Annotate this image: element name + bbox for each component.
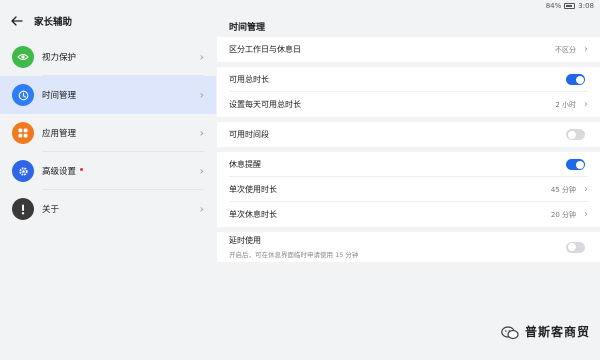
sidebar-menu: 视力保护 › 时间管理 › 应用管理 › 高级设置 › 关于 › [0,38,216,228]
extend-toggle[interactable] [566,241,585,253]
watermark: 普斯客商贸 [501,323,590,340]
settings-sidebar: 家长辅助 视力保护 › 时间管理 › 应用管理 › 高级设置 › 关于 › [0,0,216,360]
workday-card: 区分工作日与休息日 不区分 › [217,37,600,62]
row-value: 45 分钟 [550,185,576,194]
row-label: 延时使用 [229,236,261,245]
total-time-toggle[interactable] [566,74,585,85]
row-value: 不区分 [555,45,576,54]
page-header: 家长辅助 [10,14,72,28]
chevron-right-icon: › [199,50,204,64]
sidebar-item-apps[interactable]: 应用管理 › [0,114,216,152]
sidebar-item-about[interactable]: 关于 › [0,190,216,228]
apps-icon [12,122,34,144]
sidebar-item-label: 视力保护 [42,53,77,63]
extend-card: 延时使用 开启后，可在休息界面临时申请使用 15 分钟 [217,232,600,262]
battery-icon [564,3,576,9]
chevron-right-icon: › [584,184,588,195]
wechat-icon [501,325,519,339]
sidebar-item-label: 应用管理 [42,129,77,139]
daily-time-row[interactable]: 设置每天可用总时长 2 小时 › [217,92,600,117]
sidebar-item-vision[interactable]: 视力保护 › [0,38,216,76]
period-toggle[interactable] [566,129,585,140]
chevron-right-icon: › [199,88,204,102]
battery-percent: 84% [545,2,562,10]
toggle-knob [575,75,584,84]
row-label: 可用时间段 [229,130,269,139]
clock-time: 3:08 [578,2,594,10]
toggle-knob [575,160,584,169]
rest-reminder-toggle[interactable] [566,159,585,170]
period-row: 可用时间段 [217,122,600,147]
row-value: 20 分钟 [550,210,576,219]
section-title: 时间管理 [229,23,266,33]
row-label: 可用总时长 [229,75,269,84]
period-card: 可用时间段 [217,122,600,147]
sidebar-item-label: 时间管理 [42,91,77,101]
info-icon [12,198,34,220]
row-label: 设置每天可用总时长 [229,100,301,109]
chevron-right-icon: › [199,202,204,216]
chevron-right-icon: › [584,44,588,55]
chevron-right-icon: › [199,164,204,178]
chevron-right-icon: › [584,99,588,110]
sidebar-item-advanced[interactable]: 高级设置 › [0,152,216,190]
sidebar-item-label: 高级设置 [42,167,77,177]
time-management-panel: 时间管理 区分工作日与休息日 不区分 › 可用总时长 设置每天可用总时长 2 小… [217,12,600,360]
single-use-row[interactable]: 单次使用时长 45 分钟 › [217,177,600,202]
watermark-text: 普斯客商贸 [524,325,590,339]
row-label: 单次使用时长 [229,185,277,194]
clock-icon [12,84,34,106]
total-time-card: 可用总时长 设置每天可用总时长 2 小时 › [217,67,600,117]
back-arrow-icon[interactable] [10,14,24,28]
toggle-knob [567,130,576,139]
row-value: 2 小时 [555,100,576,109]
single-rest-row[interactable]: 单次休息时长 20 分钟 › [217,202,600,227]
row-label: 单次休息时长 [229,210,277,219]
row-description: 开启后，可在休息界面临时申请使用 15 分钟 [229,251,359,259]
page-title: 家长辅助 [34,17,73,28]
workday-row[interactable]: 区分工作日与休息日 不区分 › [217,37,600,62]
chevron-right-icon: › [199,126,204,140]
rest-card: 休息提醒 单次使用时长 45 分钟 › 单次休息时长 20 分钟 › [217,152,600,227]
row-label: 区分工作日与休息日 [229,45,301,54]
sidebar-item-time[interactable]: 时间管理 › [0,76,216,114]
chevron-right-icon: › [584,209,588,220]
eye-icon [12,46,34,68]
gear-icon [12,160,34,182]
row-label: 休息提醒 [229,160,261,169]
total-time-row: 可用总时长 [217,67,600,92]
toggle-knob [567,243,576,251]
rest-reminder-row: 休息提醒 [217,152,600,177]
sidebar-item-label: 关于 [42,205,60,215]
notification-dot [80,167,84,171]
extend-row: 延时使用 开启后，可在休息界面临时申请使用 15 分钟 [217,232,600,262]
